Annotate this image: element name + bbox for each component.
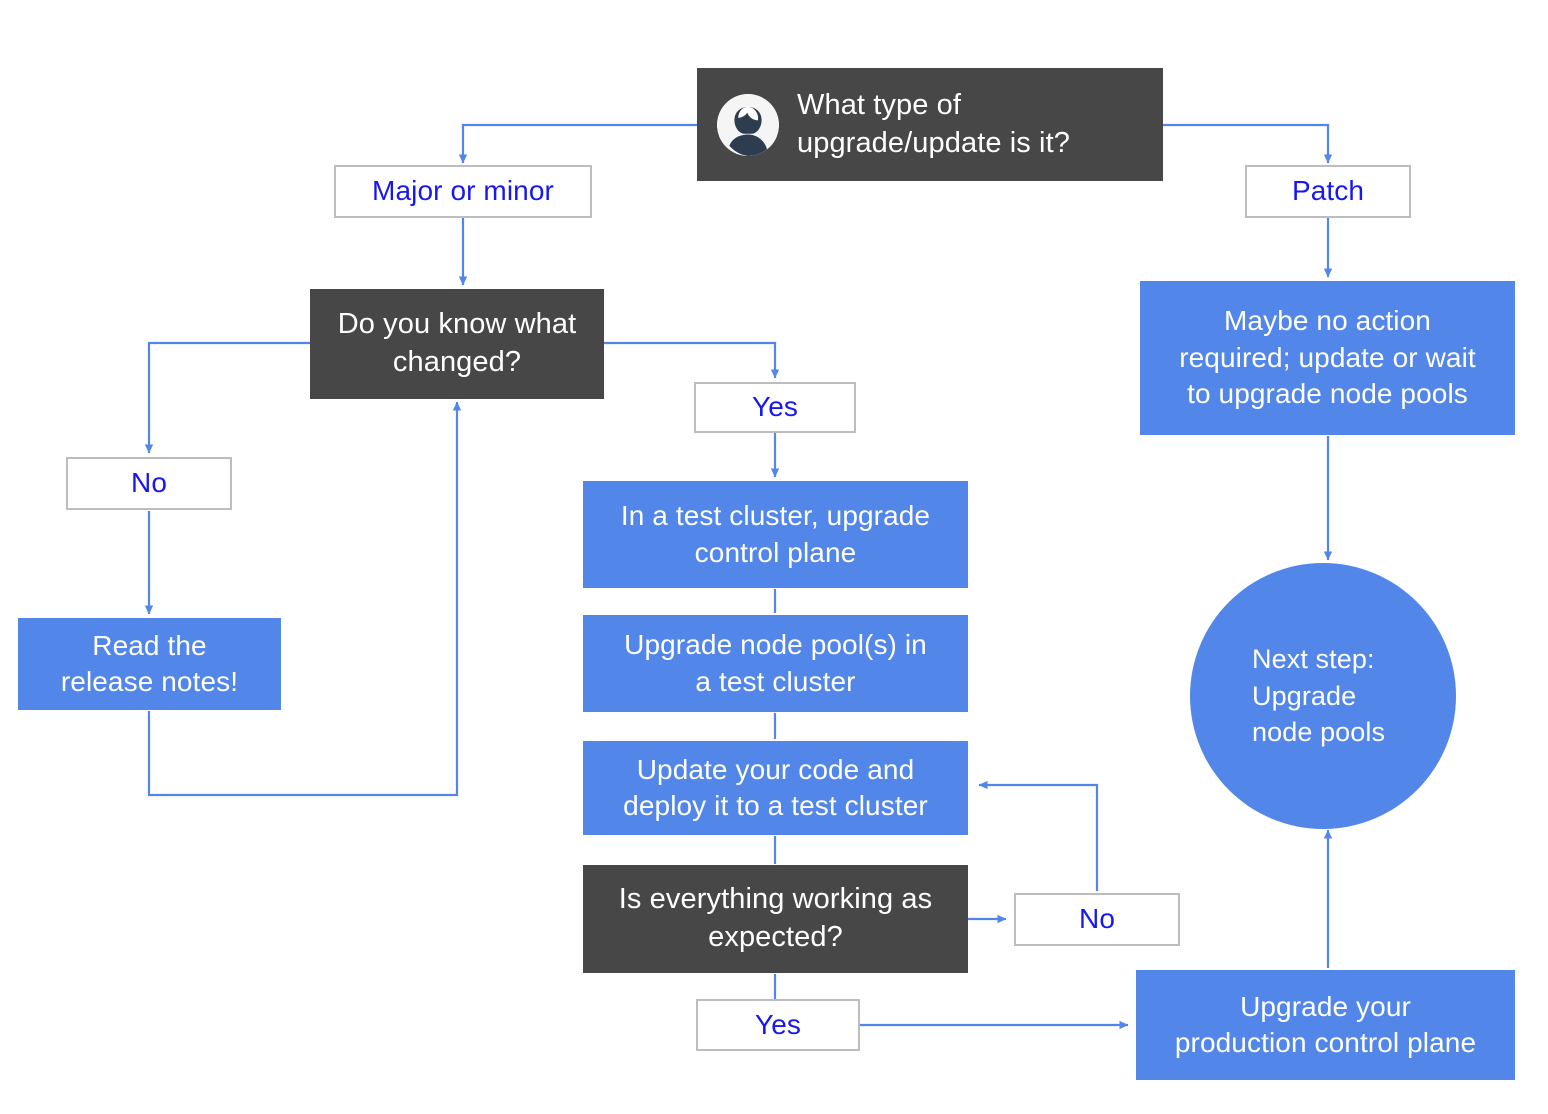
node-upgrade-production-control-plane[interactable]: Upgrade your production control plane [1136, 970, 1515, 1080]
node-label: Is everything working as expected? [618, 883, 933, 953]
node-start-question[interactable]: What type of upgrade/update is it? [697, 68, 1163, 181]
node-test-upgrade-control-plane[interactable]: In a test cluster, upgrade control plane [583, 481, 968, 588]
user-avatar-icon [717, 93, 779, 156]
edge-know-changed-to-yes [604, 341, 780, 379]
node-read-release-notes[interactable]: Read the release notes! [18, 618, 281, 710]
node-label: Major or minor [372, 175, 554, 207]
node-test-upgrade-node-pools[interactable]: Upgrade node pool(s) in a test cluster [583, 615, 968, 712]
node-label: No [131, 467, 167, 499]
node-label: Upgrade node pool(s) in a test cluster [624, 629, 927, 697]
node-label: Yes [752, 391, 798, 423]
node-label: Maybe no action required; update or wait… [1179, 305, 1476, 410]
edge-no-to-update-code [978, 780, 1099, 891]
node-everything-working[interactable]: Is everything working as expected? [583, 865, 968, 973]
node-working-no[interactable]: No [1014, 893, 1180, 946]
node-label: No [1079, 903, 1115, 935]
node-label: In a test cluster, upgrade control plane [620, 500, 931, 568]
node-changed-yes[interactable]: Yes [694, 382, 856, 433]
node-label: Upgrade your production control plane [1174, 990, 1477, 1058]
node-next-step[interactable]: Next step: Upgrade node pools [1190, 563, 1456, 829]
node-major-or-minor[interactable]: Major or minor [334, 165, 592, 218]
node-label: Next step: Upgrade node pools [1252, 643, 1386, 748]
node-label: What type of upgrade/update is it? [797, 88, 1070, 159]
node-patch[interactable]: Patch [1245, 165, 1411, 218]
node-label: Read the release notes! [60, 629, 239, 697]
node-working-yes[interactable]: Yes [696, 999, 860, 1051]
node-changed-no[interactable]: No [66, 457, 232, 510]
node-maybe-no-action[interactable]: Maybe no action required; update or wait… [1140, 281, 1515, 435]
node-know-what-changed[interactable]: Do you know what changed? [310, 289, 604, 399]
edge-start-to-major-minor [458, 123, 697, 164]
flowchart-canvas: What type of upgrade/update is it? Major… [0, 0, 1548, 1114]
edge-know-changed-to-no [144, 341, 310, 454]
node-label: Patch [1291, 175, 1365, 207]
node-label: Do you know what changed? [337, 308, 577, 378]
node-label: Update your code and deploy it to a test… [623, 753, 928, 821]
node-update-code-deploy[interactable]: Update your code and deploy it to a test… [583, 741, 968, 835]
node-label: Yes [755, 1008, 801, 1040]
edge-start-to-patch [1163, 123, 1333, 164]
